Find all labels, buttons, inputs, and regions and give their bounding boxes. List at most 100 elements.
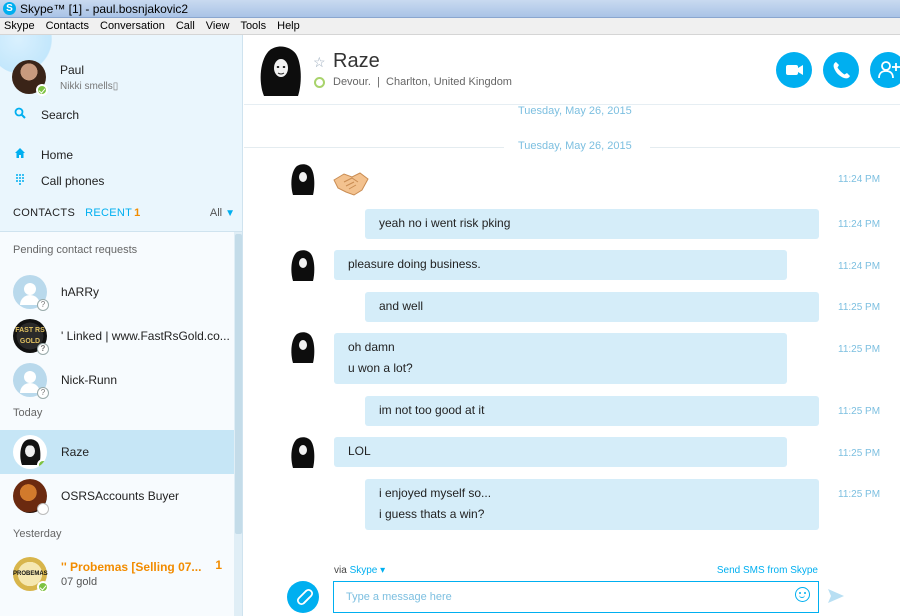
video-call-button[interactable] — [776, 52, 812, 88]
scrollbar[interactable] — [234, 232, 242, 616]
skype-icon: S — [3, 2, 16, 15]
add-people-button[interactable] — [870, 52, 900, 88]
list-item[interactable]: Raze — [0, 430, 234, 474]
message-timestamp: 11:25 PM — [838, 344, 881, 355]
pending-status-icon: ? — [37, 299, 49, 311]
message-input[interactable]: Type a message here — [333, 581, 819, 613]
avatar — [289, 163, 317, 195]
list-item[interactable]: FAST RS GOLD ? ' Linked | www.FastRsGold… — [0, 314, 234, 358]
recent-count-badge: 1 — [134, 207, 141, 219]
menu-bar: Skype Contacts Conversation Call View To… — [0, 18, 900, 35]
filter-dropdown[interactable]: All ▼ — [210, 207, 235, 219]
recent-list: Pending contact requests ? hARRy FAST RS… — [0, 232, 234, 616]
pending-status-icon: ? — [37, 387, 49, 399]
avatar — [13, 435, 47, 469]
favorite-star-icon[interactable]: ☆ — [313, 54, 326, 71]
date-label: Tuesday, May 26, 2015 — [518, 140, 632, 152]
avatar — [12, 60, 48, 96]
home-label: Home — [41, 147, 74, 162]
tab-recent-label: RECENT — [85, 207, 133, 219]
tab-recent[interactable]: RECENT 1 — [85, 207, 140, 219]
conversation-header: ☆ Raze Devour. | Charlton, United Kingdo… — [244, 35, 900, 105]
menu-conversation[interactable]: Conversation — [100, 20, 165, 32]
message-text: i guess thats a win? — [379, 507, 485, 521]
message-text: u won a lot? — [348, 361, 413, 375]
message-text: im not too good at it — [379, 403, 485, 417]
contact-details: Devour. | Charlton, United Kingdom — [333, 76, 512, 88]
list-item[interactable]: PROBEMAS '' Probemas [Selling 07... 07 g… — [0, 552, 234, 596]
home-button[interactable]: Home — [13, 147, 73, 162]
tab-contacts[interactable]: CONTACTS — [13, 207, 75, 219]
avatar — [289, 436, 317, 468]
online-status-icon — [314, 77, 325, 88]
pending-status-icon: ? — [37, 343, 49, 355]
message-timestamp: 11:25 PM — [838, 489, 881, 500]
message-text: and well — [379, 299, 424, 313]
avatar — [13, 479, 49, 515]
sidebar: Paul Nikki smells▯ Search Home Call phon… — [0, 35, 243, 616]
call-button[interactable] — [823, 52, 859, 88]
date-label: Tuesday, May 26, 2015 — [518, 105, 632, 117]
my-profile[interactable]: Paul Nikki smells▯ — [12, 57, 237, 97]
via-service: Skype — [349, 565, 378, 576]
contact-name: Raze — [61, 445, 90, 459]
contact-name: hARRy — [61, 285, 100, 299]
menu-view[interactable]: View — [206, 20, 230, 32]
list-item[interactable]: ? Nick-Runn — [0, 358, 234, 402]
avatar — [289, 331, 317, 363]
list-item[interactable]: OSRSAccounts Buyer — [0, 474, 234, 518]
search-button[interactable]: Search — [13, 107, 79, 122]
via-selector[interactable]: via Skype ▾ — [334, 565, 385, 576]
avatar: ? — [13, 363, 49, 399]
message-bubble-sent[interactable]: i enjoyed myself so... i guess thats a w… — [365, 479, 819, 530]
window-title: Skype™ [1] - paul.bosnjakovic2 — [20, 1, 189, 16]
video-call-icon — [786, 65, 803, 75]
message-bubble-sent[interactable]: im not too good at it — [365, 396, 819, 426]
message-timestamp: 11:25 PM — [838, 406, 881, 417]
avatar-text: PROBEMAS — [13, 571, 48, 577]
contact-tabs: CONTACTS RECENT 1 All ▼ — [13, 207, 235, 219]
unread-count-badge: 1 — [215, 558, 222, 572]
add-people-icon — [878, 61, 900, 79]
handshake-icon — [332, 168, 370, 198]
attach-button[interactable] — [287, 581, 319, 613]
avatar: PROBEMAS — [13, 557, 49, 593]
message-text: pleasure doing business. — [348, 257, 481, 271]
menu-help[interactable]: Help — [277, 20, 300, 32]
avatar: ? — [13, 275, 49, 311]
person-icon — [24, 371, 36, 383]
via-prefix: via — [334, 565, 347, 576]
dialpad-icon — [13, 173, 27, 188]
message-bubble-received[interactable]: LOL — [334, 437, 787, 467]
avatar: FAST RS GOLD ? — [13, 319, 49, 355]
message-bubble-sent[interactable]: yeah no i went risk pking — [365, 209, 819, 239]
search-icon — [13, 107, 27, 122]
call-phones-button[interactable]: Call phones — [13, 173, 104, 188]
contact-name: ' Linked | www.FastRsGold.co... — [61, 329, 230, 343]
message-bubble-received[interactable]: oh damn u won a lot? — [334, 333, 787, 384]
send-icon[interactable] — [828, 589, 844, 606]
menu-skype[interactable]: Skype — [4, 20, 35, 32]
call-phones-label: Call phones — [41, 173, 105, 188]
avatar[interactable] — [256, 44, 306, 96]
contact-name: Nick-Runn — [61, 373, 118, 387]
menu-call[interactable]: Call — [176, 20, 195, 32]
message-composer: via Skype ▾ Send SMS from Skype Type a m… — [244, 560, 900, 616]
section-yesterday: Yesterday — [13, 528, 62, 540]
contact-title: Raze — [333, 50, 380, 72]
message-bubble-sent[interactable]: and well — [365, 292, 819, 322]
message-bubble-received[interactable]: pleasure doing business. — [334, 250, 787, 280]
emoji-icon[interactable] — [795, 587, 810, 602]
message-text: LOL — [348, 444, 371, 458]
menu-contacts[interactable]: Contacts — [46, 20, 89, 32]
profile-mood: Nikki smells▯ — [60, 80, 119, 92]
menu-tools[interactable]: Tools — [240, 20, 266, 32]
title-bar: S Skype™ [1] - paul.bosnjakovic2 — [0, 0, 900, 18]
message-text: i enjoyed myself so... — [379, 486, 492, 500]
message-timestamp: 11:24 PM — [838, 219, 881, 230]
call-icon — [833, 62, 850, 79]
scrollbar-thumb[interactable] — [235, 234, 242, 534]
offline-status-icon — [37, 503, 49, 515]
list-item[interactable]: ? hARRy — [0, 270, 234, 314]
send-sms-link[interactable]: Send SMS from Skype — [717, 565, 818, 576]
